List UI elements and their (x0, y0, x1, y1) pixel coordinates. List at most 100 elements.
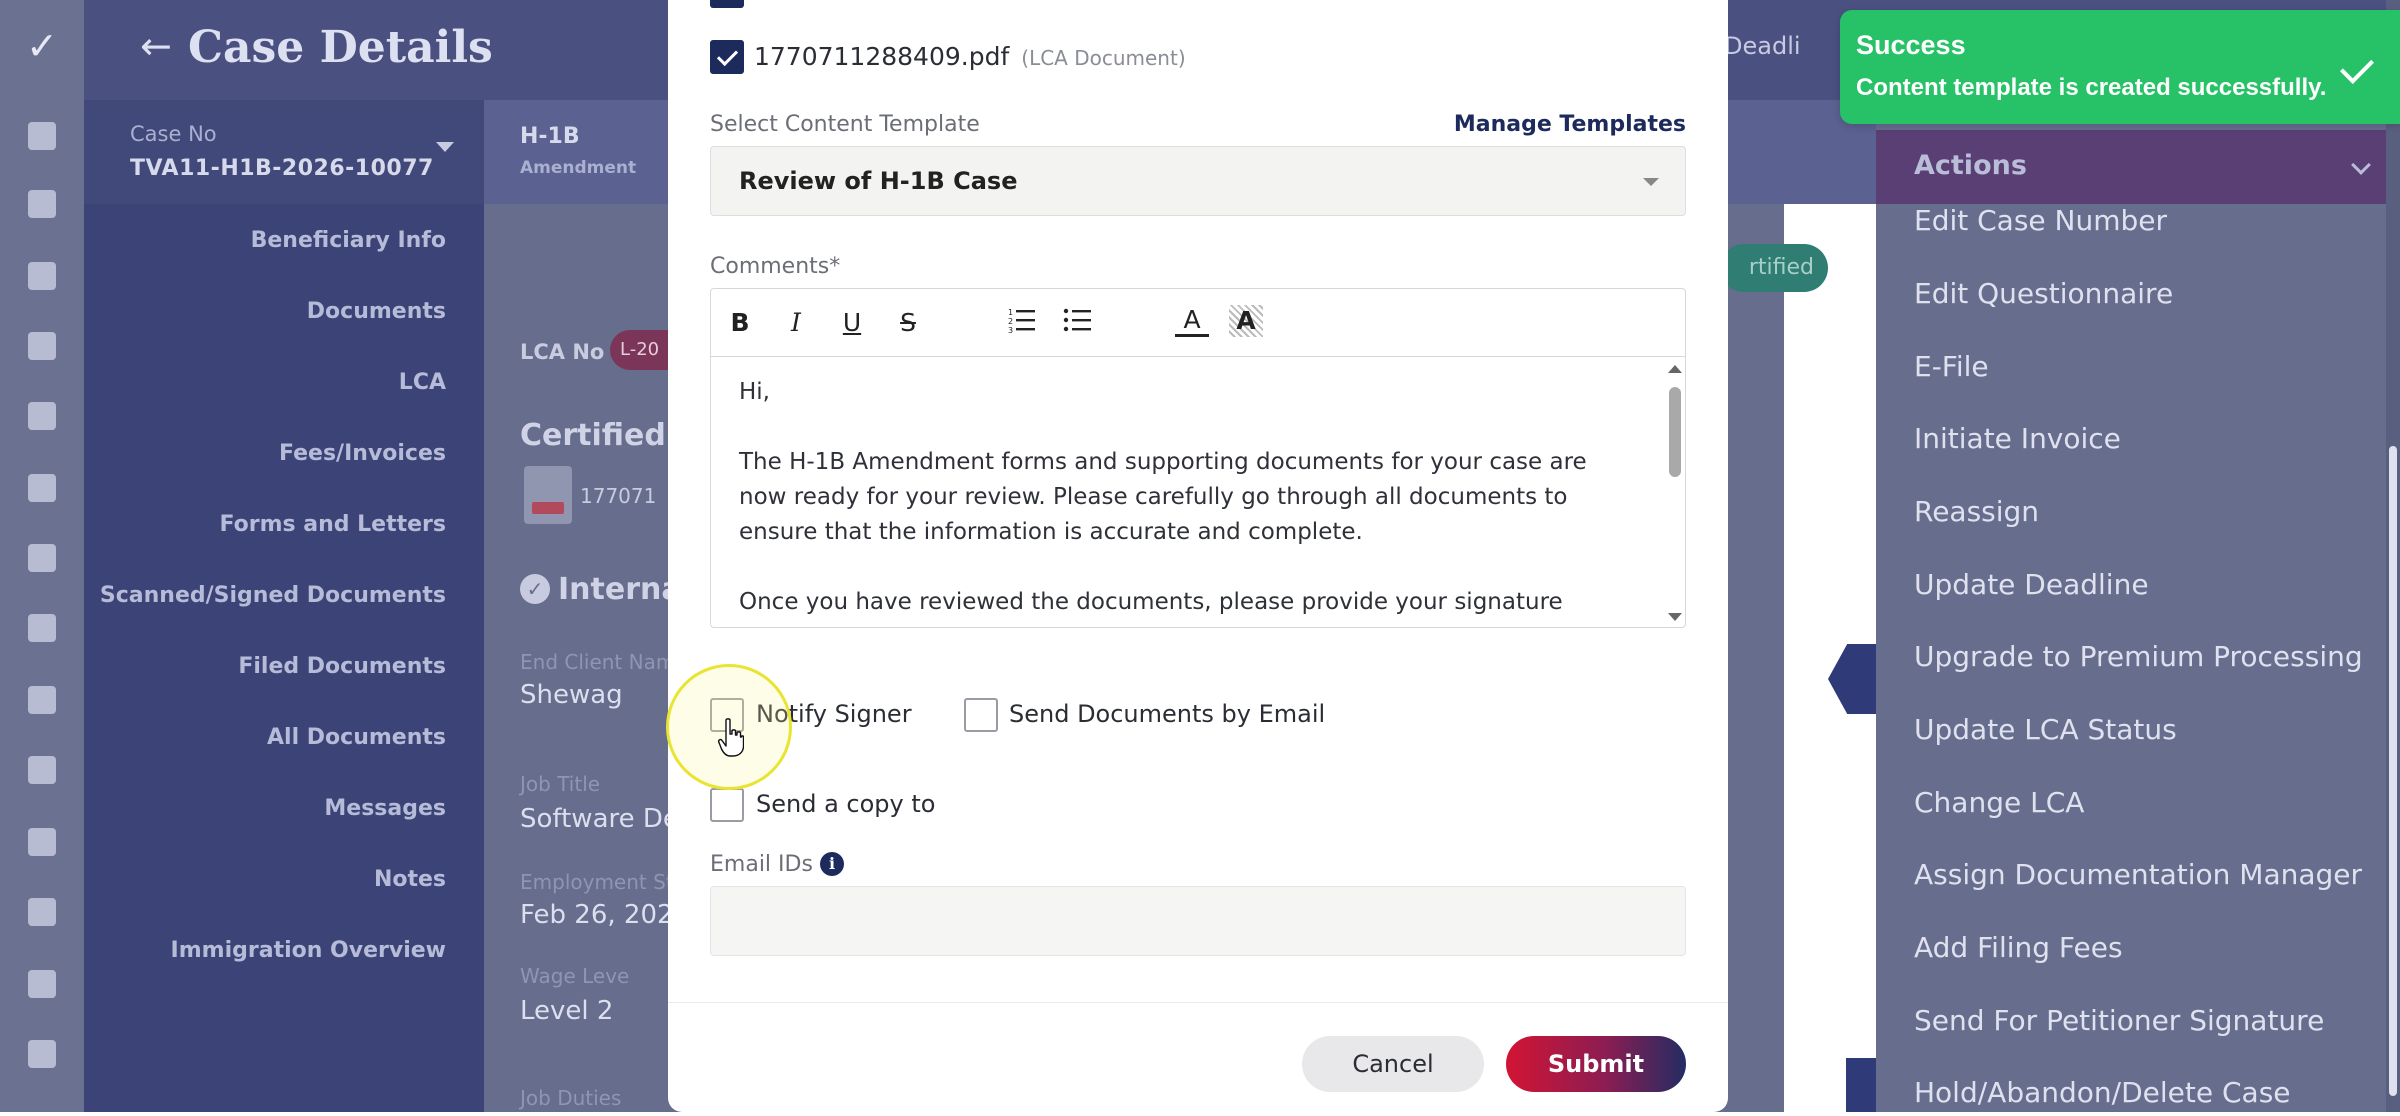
comments-editor[interactable]: B I U S 123 A A Hi, The H-1B Amendment f… (710, 288, 1686, 628)
app-logo: ✓ (26, 24, 58, 68)
send-copy-label[interactable]: Send a copy to (756, 790, 935, 818)
svg-text:3: 3 (1008, 326, 1013, 335)
list-icon[interactable] (28, 544, 56, 572)
lca-no-label: LCA No (520, 340, 605, 364)
scroll-down-icon[interactable] (1668, 613, 1682, 621)
sidenav-item-messages[interactable]: Messages (324, 796, 446, 821)
page-title: Case Details (188, 22, 493, 73)
editor-scrollbar-thumb[interactable] (1669, 387, 1681, 477)
clipboard-icon[interactable] (28, 756, 56, 784)
editor-content[interactable]: Hi, The H-1B Amendment forms and support… (711, 357, 1685, 627)
underline-icon[interactable]: U (835, 305, 869, 341)
cancel-button[interactable]: Cancel (1302, 1036, 1484, 1092)
sidenav-item-filed-documents[interactable]: Filed Documents (238, 654, 446, 679)
visa-subtype: Amendment (520, 158, 637, 178)
job-duties-label: Job Duties (520, 1086, 622, 1110)
email-ids-input[interactable] (710, 886, 1686, 956)
end-client-value: Shewag (520, 680, 623, 710)
building-icon[interactable] (28, 686, 56, 714)
font-color-icon[interactable]: A (1175, 305, 1209, 337)
comment-paragraph: Hi, (739, 379, 770, 405)
actions-header[interactable]: Actions (1876, 130, 2386, 204)
action-edit-questionnaire[interactable]: Edit Questionnaire (1914, 277, 2173, 310)
case-number-selector[interactable]: Case No TVA11-H1B-2026-10077 (84, 100, 484, 204)
case-no-label: Case No (130, 122, 217, 146)
action-assign-doc-manager[interactable]: Assign Documentation Manager (1914, 858, 2362, 891)
certified-file-name[interactable]: 177071 (580, 484, 656, 508)
send-docs-email-checkbox[interactable] (964, 698, 998, 732)
bullet-list-icon[interactable] (1061, 305, 1095, 341)
toast-title: Success (1856, 30, 1966, 60)
caret-down-icon[interactable] (436, 142, 454, 152)
pdf-file-icon[interactable] (524, 466, 572, 524)
panel-edge (1846, 1058, 1876, 1112)
sidenav-item-beneficiary-info[interactable]: Beneficiary Info (251, 228, 446, 253)
bold-icon[interactable]: B (723, 305, 757, 341)
check-circle-icon: ✓ (520, 574, 550, 604)
message-icon[interactable] (28, 1040, 56, 1068)
send-copy-checkbox[interactable] (710, 788, 744, 822)
chevron-down-icon[interactable] (2351, 155, 2371, 175)
collapse-panel-icon[interactable] (1828, 644, 1876, 714)
info-icon[interactable]: i (820, 852, 844, 876)
visa-type: H-1B (520, 124, 580, 149)
report-icon[interactable] (28, 402, 56, 430)
action-e-file[interactable]: E-File (1914, 350, 1989, 383)
sidenav-item-documents[interactable]: Documents (307, 299, 446, 324)
svg-text:2: 2 (1008, 317, 1013, 326)
case-sidenav: Beneficiary Info Documents LCA Fees/Invo… (84, 204, 484, 1112)
sidenav-item-lca[interactable]: LCA (399, 370, 446, 395)
cases-icon[interactable] (28, 190, 56, 218)
caret-down-icon[interactable] (1643, 178, 1659, 186)
attachment-file-type: (LCA Document) (1021, 46, 1186, 70)
wage-level-value: Level 2 (520, 996, 614, 1026)
dashboard-icon[interactable] (28, 122, 56, 150)
chat-icon[interactable] (28, 474, 56, 502)
deadline-chip[interactable]: Deadli (1724, 26, 1801, 66)
wage-level-label: Wage Leve (520, 964, 630, 988)
folder-icon[interactable] (28, 970, 56, 998)
users-icon[interactable] (28, 898, 56, 926)
page-scrollbar-thumb[interactable] (2389, 446, 2397, 1096)
attachment-checkbox[interactable] (710, 40, 744, 74)
sidenav-item-fees-invoices[interactable]: Fees/Invoices (279, 441, 446, 466)
scroll-up-icon[interactable] (1668, 365, 1682, 373)
action-send-petitioner-signature[interactable]: Send For Petitioner Signature (1914, 1004, 2324, 1037)
editor-scrollbar[interactable] (1665, 357, 1685, 627)
modal-footer-divider (668, 1002, 1728, 1003)
sidenav-item-forms-letters[interactable]: Forms and Letters (219, 512, 446, 537)
sidenav-item-all-documents[interactable]: All Documents (267, 725, 446, 750)
back-arrow-icon[interactable]: ← (140, 22, 172, 70)
forms-icon[interactable] (28, 332, 56, 360)
edit-icon[interactable] (28, 614, 56, 642)
action-edit-case-number[interactable]: Edit Case Number (1914, 204, 2167, 237)
page-scrollbar[interactable] (2386, 0, 2400, 1112)
action-change-lca[interactable]: Change LCA (1914, 786, 2084, 819)
send-docs-email-label[interactable]: Send Documents by Email (1009, 700, 1325, 728)
action-add-filing-fees[interactable]: Add Filing Fees (1914, 931, 2123, 964)
action-update-lca-status[interactable]: Update LCA Status (1914, 713, 2177, 746)
previous-file-checkbox[interactable] (710, 0, 744, 8)
template-label: Select Content Template (710, 112, 980, 137)
manage-templates-link[interactable]: Manage Templates (1454, 112, 1686, 137)
content-template-select[interactable]: Review of H-1B Case (710, 146, 1686, 216)
ordered-list-icon[interactable]: 123 (1005, 305, 1039, 341)
sidenav-item-notes[interactable]: Notes (374, 867, 446, 892)
action-upgrade-premium[interactable]: Upgrade to Premium Processing (1914, 640, 2363, 673)
sidenav-item-scanned-signed[interactable]: Scanned/Signed Documents (100, 583, 446, 608)
editor-toolbar: B I U S 123 A A (711, 289, 1685, 357)
document-icon[interactable] (28, 262, 56, 290)
case-no-value: TVA11-H1B-2026-10077 (130, 156, 434, 181)
sidenav-item-immigration-overview[interactable]: Immigration Overview (171, 938, 446, 963)
italic-icon[interactable]: I (779, 305, 813, 341)
action-reassign[interactable]: Reassign (1914, 495, 2039, 528)
left-icon-rail: ✓ (0, 0, 84, 1112)
background-color-icon[interactable]: A (1229, 305, 1263, 337)
action-hold-abandon-delete[interactable]: Hold/Abandon/Delete Case (1914, 1076, 2291, 1109)
action-update-deadline[interactable]: Update Deadline (1914, 568, 2149, 601)
actions-title: Actions (1914, 150, 2027, 181)
action-initiate-invoice[interactable]: Initiate Invoice (1914, 422, 2121, 455)
submit-button[interactable]: Submit (1506, 1036, 1686, 1092)
strikethrough-icon[interactable]: S (891, 305, 925, 341)
user-icon[interactable] (28, 828, 56, 856)
